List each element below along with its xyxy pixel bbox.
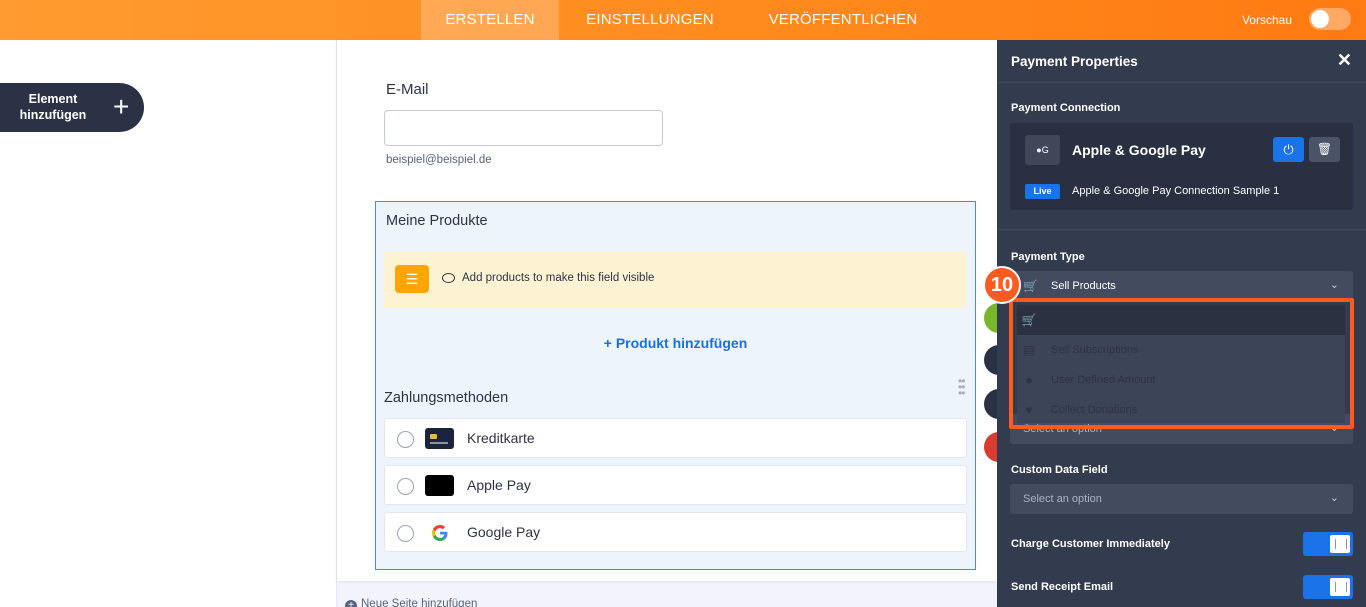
connection-section-label: Payment Connection	[1011, 102, 1121, 114]
connection-name: Apple & Google Pay	[1072, 142, 1206, 158]
custom-data-placeholder: Select an option	[1023, 493, 1102, 505]
panel-title: Payment Properties	[1011, 54, 1138, 69]
custom-data-select[interactable]: Select an option ⌄	[1010, 484, 1353, 514]
custom-data-label: Custom Data Field	[1011, 464, 1108, 476]
radio-button[interactable]	[397, 525, 414, 542]
preview-toggle[interactable]	[1309, 8, 1351, 30]
payment-methods-title: Zahlungsmethoden	[384, 390, 509, 406]
credit-card-icon	[425, 428, 454, 449]
plus-circle-icon: +	[345, 600, 357, 607]
add-product-link[interactable]: + Produkt hinzufügen	[376, 335, 975, 351]
apple-google-pay-logo: ●G	[1025, 135, 1060, 165]
products-title: Meine Produkte	[386, 213, 488, 229]
google-icon	[425, 522, 454, 543]
chevron-down-icon: ⌄	[1329, 279, 1339, 291]
payment-method-row[interactable]: Apple Pay	[384, 465, 967, 505]
payment-type-value: Sell Products	[1051, 280, 1116, 292]
add-new-page-link[interactable]: + Neue Seite hinzufügen	[345, 598, 477, 607]
radio-button[interactable]	[397, 478, 414, 495]
preview-label: Vorschau	[1241, 13, 1292, 27]
toggle-knob	[1330, 535, 1350, 553]
tab-veroeffentlichen[interactable]: VERÖFFENTLICHEN	[752, 0, 934, 40]
tutorial-highlight-box	[1009, 298, 1354, 429]
step-number-badge: 10	[983, 266, 1021, 304]
cart-icon: 🛒	[1023, 279, 1038, 293]
live-badge: Live	[1025, 184, 1060, 199]
payment-method-label: Google Pay	[467, 524, 541, 540]
payment-method-row[interactable]: Kreditkarte	[384, 418, 967, 458]
apple-icon	[425, 475, 454, 496]
add-element-label: Element hinzufügen	[19, 92, 87, 122]
payment-method-label: Apple Pay	[467, 477, 531, 493]
new-page-label: Neue Seite hinzufügen	[361, 598, 478, 607]
form-canvas: E-Mail beispiel@beispiel.de Meine Produk…	[337, 40, 997, 581]
tab-erstellen[interactable]: ERSTELLEN	[421, 0, 559, 40]
divider	[997, 229, 1366, 230]
connection-sample: Apple & Google Pay Connection Sample 1	[1072, 185, 1280, 197]
drag-handle-icon[interactable]: •• •• ••	[958, 375, 965, 399]
payment-type-select[interactable]: 🛒 Sell Products ⌄	[1010, 271, 1353, 301]
charge-label: Charge Customer Immediately	[1011, 538, 1170, 550]
toggle-knob	[1330, 578, 1350, 596]
charge-toggle[interactable]	[1303, 532, 1353, 556]
panel-header: Payment Properties ✕	[997, 40, 1366, 83]
notice-text: Add products to make this field visible	[462, 272, 655, 284]
email-sublabel: beispiel@beispiel.de	[386, 154, 492, 166]
email-label: E-Mail	[386, 81, 429, 98]
products-field[interactable]: Meine Produkte ☰ Add products to make th…	[375, 201, 976, 570]
payment-type-label: Payment Type	[1011, 251, 1085, 263]
list-icon: ☰	[395, 265, 429, 293]
receipt-toggle[interactable]	[1303, 575, 1353, 599]
payment-method-label: Kreditkarte	[467, 430, 535, 446]
chevron-down-icon: ⌄	[1329, 492, 1339, 504]
receipt-label: Send Receipt Email	[1011, 581, 1114, 593]
radio-button[interactable]	[397, 431, 414, 448]
email-input[interactable]	[384, 110, 663, 146]
eye-icon	[442, 273, 455, 283]
tab-einstellungen[interactable]: EINSTELLUNGEN	[572, 0, 728, 40]
products-notice: ☰ Add products to make this field visibl…	[384, 252, 966, 308]
add-element-button[interactable]: Element hinzufügen +	[0, 83, 144, 132]
payment-method-row[interactable]: Google Pay	[384, 512, 967, 552]
plug-icon[interactable]: ⏻	[1273, 137, 1304, 162]
top-navigation-bar: ERSTELLEN EINSTELLUNGEN VERÖFFENTLICHEN …	[0, 0, 1366, 40]
close-icon[interactable]: ✕	[1337, 51, 1352, 69]
preview-toggle-knob	[1311, 10, 1329, 28]
trash-icon[interactable]: 🗑	[1309, 137, 1340, 162]
plus-icon: +	[113, 91, 130, 122]
connection-card: ●G Apple & Google Pay ⏻ 🗑 Live Apple & G…	[1010, 123, 1353, 210]
